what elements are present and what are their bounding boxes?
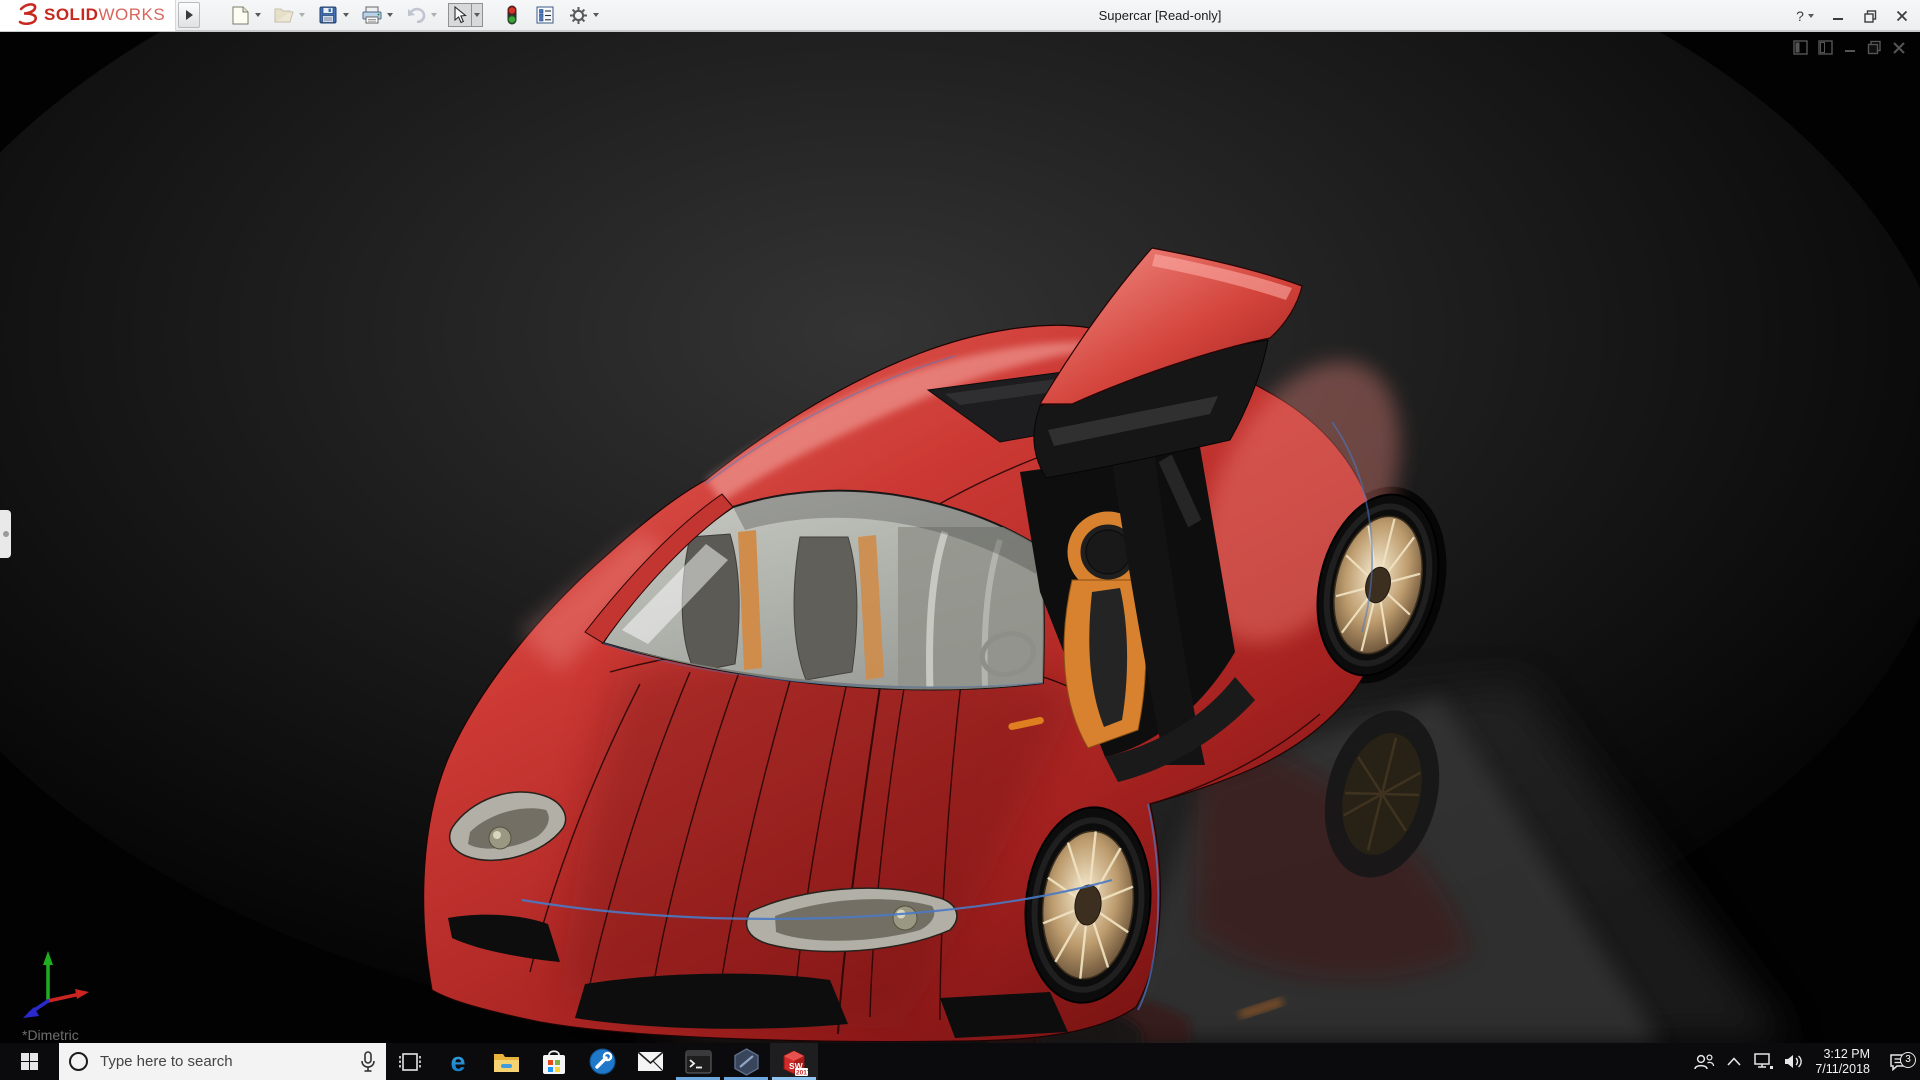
- document-title: Supercar [Read-only]: [760, 8, 1560, 23]
- taskbar-app-mail[interactable]: [626, 1043, 674, 1080]
- taskbar-app-solidworks[interactable]: SW 2017: [770, 1043, 818, 1080]
- select-tool-button[interactable]: [448, 3, 472, 27]
- save-floppy-icon: [319, 6, 337, 24]
- undo-icon: [406, 7, 426, 23]
- store-icon: [542, 1049, 566, 1075]
- view-orientation-label: *Dimetric: [22, 1027, 79, 1043]
- clock-time: 3:12 PM: [1815, 1047, 1870, 1062]
- people-icon: [1693, 1053, 1715, 1071]
- search-placeholder: Type here to search: [100, 1053, 360, 1070]
- svg-text:e: e: [450, 1048, 465, 1076]
- file-properties-button[interactable]: [533, 3, 557, 27]
- chevron-up-icon: [1727, 1057, 1741, 1066]
- options-dropdown[interactable]: [590, 3, 601, 27]
- edge-icon: e: [444, 1048, 472, 1076]
- network-icon: [1754, 1053, 1774, 1070]
- people-button[interactable]: [1689, 1053, 1719, 1071]
- new-document-button[interactable]: [228, 3, 252, 27]
- select-tool-dropdown[interactable]: [472, 3, 483, 27]
- new-document-icon: [232, 6, 249, 25]
- close-icon: [1896, 10, 1908, 22]
- rebuild-button[interactable]: [500, 3, 524, 27]
- mail-icon: [637, 1051, 664, 1072]
- hidden-icons-button[interactable]: [1719, 1057, 1749, 1066]
- brand-solid: SOLID: [44, 5, 98, 25]
- taskbar-app-command-prompt[interactable]: [674, 1043, 722, 1080]
- options-gear-icon: [569, 6, 588, 25]
- undo-button[interactable]: [404, 3, 428, 27]
- rebuild-traffic-light-icon: [506, 5, 518, 25]
- brand-works: WORKS: [98, 5, 165, 25]
- wrench-circle-icon: [589, 1048, 616, 1075]
- taskbar-app-hexagon[interactable]: [722, 1043, 770, 1080]
- volume-button[interactable]: [1779, 1053, 1809, 1070]
- undo-dropdown[interactable]: [428, 3, 439, 27]
- new-document-dropdown[interactable]: [252, 3, 263, 27]
- action-center-button[interactable]: 3: [1878, 1053, 1920, 1071]
- document-window-controls: [1793, 40, 1906, 55]
- taskbar-app-store[interactable]: [530, 1043, 578, 1080]
- help-dropdown-icon: [1808, 14, 1814, 18]
- search-input[interactable]: Type here to search: [59, 1043, 386, 1080]
- panel-handle-dot: [3, 531, 9, 537]
- cortana-search-icon: [69, 1052, 88, 1071]
- print-dropdown[interactable]: [384, 3, 395, 27]
- help-label: ?: [1796, 8, 1804, 24]
- open-button[interactable]: [272, 3, 296, 27]
- main-toolbar: [228, 3, 610, 27]
- clock-date: 7/11/2018: [1815, 1062, 1870, 1077]
- task-view-icon: [399, 1052, 421, 1072]
- start-button[interactable]: [0, 1043, 59, 1080]
- restore-button[interactable]: [1858, 4, 1882, 28]
- file-explorer-icon: [493, 1051, 520, 1073]
- system-tray: 3:12 PM 7/11/2018 3: [1689, 1043, 1920, 1080]
- open-dropdown[interactable]: [296, 3, 307, 27]
- speaker-icon: [1784, 1053, 1804, 1070]
- task-view-button[interactable]: [386, 1043, 434, 1080]
- notification-badge: 3: [1900, 1052, 1916, 1068]
- menu-flyout-button[interactable]: [178, 2, 200, 28]
- close-button[interactable]: [1890, 4, 1914, 28]
- solidworks-app-icon: SW 2017: [780, 1048, 808, 1076]
- taskbar-app-edge[interactable]: e: [434, 1043, 482, 1080]
- flyout-arrow-icon: [186, 10, 193, 20]
- options-button[interactable]: [566, 3, 590, 27]
- orientation-triad: [14, 945, 94, 1023]
- select-cursor-icon: [453, 6, 467, 24]
- supercar-model-render[interactable]: [0, 32, 1920, 1043]
- save-dropdown[interactable]: [340, 3, 351, 27]
- hexagon-app-icon: [733, 1048, 760, 1076]
- svg-text:2017: 2017: [796, 1069, 808, 1076]
- solidworks-logo-glyph: [14, 2, 44, 28]
- window-controls: ?: [1794, 0, 1914, 32]
- taskbar-clock[interactable]: 3:12 PM 7/11/2018: [1815, 1047, 1870, 1077]
- file-properties-icon: [536, 6, 554, 24]
- solidworks-logo: SOLID WORKS: [0, 0, 176, 31]
- taskbar-app-support-assist[interactable]: [578, 1043, 626, 1080]
- open-folder-icon: [274, 7, 294, 23]
- doc-minimize-icon[interactable]: [1843, 40, 1857, 55]
- restore-icon: [1864, 10, 1877, 23]
- windows-taskbar: Type here to search e: [0, 1043, 1920, 1080]
- doc-close-icon[interactable]: [1892, 40, 1906, 55]
- network-button[interactable]: [1749, 1053, 1779, 1070]
- display-pane-icon[interactable]: [1818, 40, 1833, 55]
- minimize-button[interactable]: [1826, 4, 1850, 28]
- collapsed-panel-handle[interactable]: [0, 510, 11, 558]
- doc-restore-icon[interactable]: [1867, 40, 1882, 55]
- command-prompt-icon: [685, 1050, 712, 1074]
- microphone-icon[interactable]: [360, 1051, 376, 1073]
- featuremanager-pane-icon[interactable]: [1793, 40, 1808, 55]
- windows-logo-icon: [21, 1053, 38, 1070]
- graphics-viewport[interactable]: *Dimetric: [0, 32, 1920, 1043]
- title-bar: SOLID WORKS: [0, 0, 1920, 32]
- minimize-icon: [1832, 10, 1844, 22]
- print-button[interactable]: [360, 3, 384, 27]
- print-icon: [362, 6, 382, 24]
- help-button[interactable]: ?: [1794, 4, 1818, 28]
- save-button[interactable]: [316, 3, 340, 27]
- taskbar-app-file-explorer[interactable]: [482, 1043, 530, 1080]
